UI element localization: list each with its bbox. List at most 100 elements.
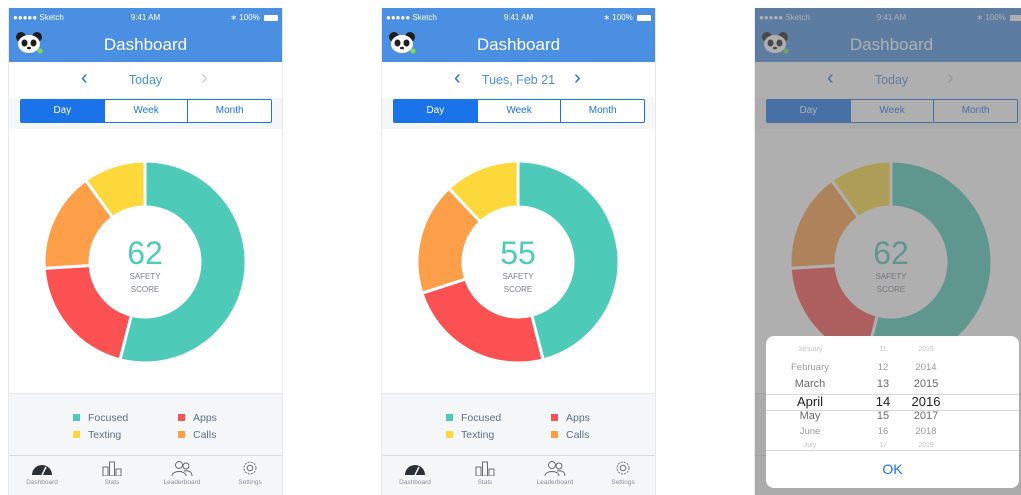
tab-dashboard-label: Dashboard xyxy=(399,479,431,486)
tab-stats-label: Stats xyxy=(104,479,120,486)
picker-days-value: 14 xyxy=(875,394,891,409)
picker-months-value: June xyxy=(799,426,821,437)
date-label[interactable]: Tues, Feb 21 xyxy=(382,73,655,87)
legend-focused-label: Focused xyxy=(461,412,502,424)
phone-screen-1: ●●●●● Sketch 9:41 AM ∗ 100% Dashboard ‹ xyxy=(8,8,283,495)
calls-swatch xyxy=(551,431,558,438)
focused-swatch xyxy=(446,414,453,421)
ok-button[interactable]: OK xyxy=(766,450,1019,488)
picker-row[interactable]: June 16 2018 xyxy=(766,426,1019,442)
picker-years-value: 2014 xyxy=(915,362,937,373)
tab-settings-label: Settings xyxy=(238,479,262,486)
legend-focused: Focused xyxy=(73,412,128,424)
tab-week[interactable]: Week xyxy=(476,100,561,122)
tab-stats-label: Stats xyxy=(477,479,493,486)
picker-row[interactable]: January 11 2013 xyxy=(766,346,1019,362)
picker-days-value: 16 xyxy=(877,426,889,437)
picker-years-value: 2016 xyxy=(911,394,941,409)
date-label[interactable]: Today xyxy=(9,73,282,87)
date-navigator: ‹ Tues, Feb 21 › xyxy=(382,62,655,98)
picker-years-value: 2019 xyxy=(918,442,934,449)
bar-chart-icon xyxy=(102,461,122,476)
next-date-button[interactable]: › xyxy=(574,68,581,88)
battery-indicator: ∗ 100% xyxy=(230,13,278,22)
tab-week[interactable]: Week xyxy=(103,100,188,122)
tab-settings-label: Settings xyxy=(611,479,635,486)
tab-dashboard[interactable]: Dashboard xyxy=(12,460,72,486)
date-picker-sheet: January 11 2013 February 12 2014 March 13 2015 Ap… xyxy=(766,336,1019,488)
picker-selected-row[interactable]: April 14 2016 xyxy=(766,394,1019,410)
phone-screen-3: ●●●●● Sketch 9:41 AM ∗ 100% Dashboard ‹ xyxy=(754,8,1021,495)
tab-leaderboard[interactable]: Leaderboard xyxy=(152,460,212,486)
gear-icon xyxy=(243,461,257,475)
bluetooth-icon: ∗ xyxy=(230,13,238,22)
legend-calls: Calls xyxy=(178,429,216,441)
legend: Focused Apps Texting Calls xyxy=(382,393,655,456)
next-date-button[interactable]: › xyxy=(201,68,208,88)
nav-bar: Dashboard xyxy=(382,27,655,62)
picker-selection-line xyxy=(766,394,1019,395)
safety-score-value: 62 xyxy=(127,235,163,271)
tab-bar: Dashboard Stats Leaderboard xyxy=(382,455,655,495)
tab-settings[interactable]: Settings xyxy=(593,460,653,486)
period-segmented-control: Day Week Month xyxy=(20,99,272,123)
picker-row[interactable]: March 13 2015 xyxy=(766,378,1019,394)
period-segmented-control: Day Week Month xyxy=(393,99,645,123)
picker-months-value: March xyxy=(794,378,826,390)
tab-month[interactable]: Month xyxy=(560,100,644,122)
battery-icon xyxy=(637,14,651,21)
legend-texting: Texting xyxy=(73,429,121,441)
legend-calls-label: Calls xyxy=(193,429,217,441)
legend-texting-label: Texting xyxy=(88,429,122,441)
picker-days-value: 15 xyxy=(876,410,890,422)
legend-apps-label: Apps xyxy=(566,412,590,424)
tab-month[interactable]: Month xyxy=(187,100,271,122)
battery-icon xyxy=(264,14,278,21)
phone-screen-2: ●●●●● Sketch 9:41 AM ∗ 100% Dashboard ‹ xyxy=(381,8,656,495)
picker-months-value: July xyxy=(803,442,817,449)
battery-indicator: ∗ 100% xyxy=(603,13,651,22)
legend-focused-label: Focused xyxy=(88,412,129,424)
picker-months-value: January xyxy=(797,346,823,353)
tab-settings[interactable]: Settings xyxy=(220,460,280,486)
picker-months-value: February xyxy=(790,362,829,373)
picker-selection-line xyxy=(766,410,1019,411)
donut-segment-apps xyxy=(42,263,134,362)
picker-days-value: 12 xyxy=(877,362,889,373)
picker-row[interactable]: May 15 2017 xyxy=(766,410,1019,426)
tab-stats[interactable]: Stats xyxy=(455,460,515,486)
status-bar: ●●●●● Sketch 9:41 AM ∗ 100% xyxy=(382,8,655,27)
tab-dashboard-label: Dashboard xyxy=(26,479,58,486)
focused-swatch xyxy=(73,414,80,421)
tab-day[interactable]: Day xyxy=(21,100,104,122)
gauge-icon xyxy=(405,465,425,476)
score-label: SCORE xyxy=(504,285,532,294)
texting-swatch xyxy=(446,431,453,438)
battery-text: 100% xyxy=(239,13,260,22)
tab-leaderboard[interactable]: Leaderboard xyxy=(525,460,585,486)
bluetooth-icon: ∗ xyxy=(603,13,611,22)
users-icon xyxy=(544,461,566,476)
legend-texting-label: Texting xyxy=(461,429,495,441)
donut-svg: 55 SAFETY SCORE xyxy=(415,159,621,365)
tab-stats[interactable]: Stats xyxy=(82,460,142,486)
users-icon xyxy=(171,461,193,476)
legend: Focused Apps Texting Calls xyxy=(9,393,282,456)
picker-days-value: 11 xyxy=(879,346,887,353)
tab-day[interactable]: Day xyxy=(394,100,477,122)
calls-swatch xyxy=(178,431,185,438)
tab-dashboard[interactable]: Dashboard xyxy=(385,460,445,486)
safety-label: SAFETY xyxy=(502,272,534,281)
safety-score-chart: 62 SAFETY SCORE xyxy=(9,129,282,397)
picker-months-value: April xyxy=(796,394,823,409)
legend-focused: Focused xyxy=(446,412,501,424)
picker-years-value: 2017 xyxy=(913,410,939,422)
legend-apps: Apps xyxy=(178,412,217,424)
gear-icon xyxy=(616,461,630,475)
safety-score-value: 55 xyxy=(500,235,536,271)
picker-days-value: 13 xyxy=(876,378,890,390)
picker-row[interactable]: February 12 2014 xyxy=(766,362,1019,378)
legend-calls: Calls xyxy=(551,429,589,441)
battery-text: 100% xyxy=(612,13,633,22)
date-navigator: ‹ Today › xyxy=(9,62,282,98)
